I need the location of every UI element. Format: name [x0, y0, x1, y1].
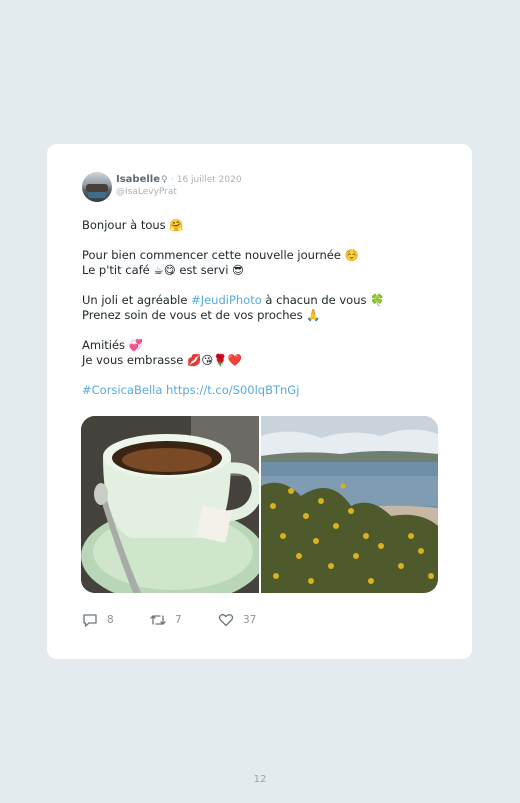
- tweet-date: · 16 juillet 2020: [171, 175, 242, 185]
- avatar[interactable]: [82, 172, 112, 202]
- author-handle[interactable]: @IsaLevyPrat: [116, 187, 177, 197]
- heart-icon: [218, 614, 234, 627]
- text-line: Un joli et agréable #JeudiPhoto à chacun…: [82, 293, 385, 307]
- text-line: Pour bien commencer cette nouvelle journ…: [82, 248, 359, 262]
- text-line: Bonjour à tous 🤗: [82, 218, 184, 232]
- tweet-card: Isabelle♀ · 16 juillet 2020 @IsaLevyPrat…: [47, 144, 472, 659]
- like-count: 37: [243, 614, 257, 626]
- hashtag-link[interactable]: #JeudiPhoto: [191, 293, 262, 307]
- text-line: Je vous embrasse 💋😘🌹❤️: [82, 353, 242, 367]
- page-number: 12: [253, 774, 267, 785]
- coffee-cup-photo[interactable]: [81, 416, 259, 593]
- like-action[interactable]: 37: [218, 613, 256, 627]
- text-line: #CorsicaBella https://t.co/S00lqBTnGj: [82, 383, 452, 398]
- retweet-action[interactable]: 7: [150, 613, 182, 627]
- tweet-text: Bonjour à tous 🤗 Pour bien commencer cet…: [82, 218, 452, 398]
- reply-icon: [83, 614, 97, 627]
- female-sign-icon: ♀: [161, 175, 168, 185]
- seaside-flowers-photo[interactable]: [261, 416, 438, 593]
- text-line: Prenez soin de vous et de vos proches 🙏: [82, 308, 321, 322]
- reply-count: 8: [107, 614, 114, 626]
- reply-action[interactable]: 8: [82, 613, 114, 627]
- tweet-media: [81, 416, 438, 593]
- text-line: Le p'tit café ☕😋 est servi 😎: [82, 263, 245, 277]
- retweet-icon: [150, 615, 166, 625]
- retweet-count: 7: [175, 614, 182, 626]
- hashtag-link[interactable]: #CorsicaBella: [82, 383, 162, 397]
- url-link[interactable]: https://t.co/S00lqBTnGj: [162, 383, 299, 397]
- author-name[interactable]: Isabelle♀: [116, 174, 168, 185]
- text-line: Amitiés 💞: [82, 338, 144, 352]
